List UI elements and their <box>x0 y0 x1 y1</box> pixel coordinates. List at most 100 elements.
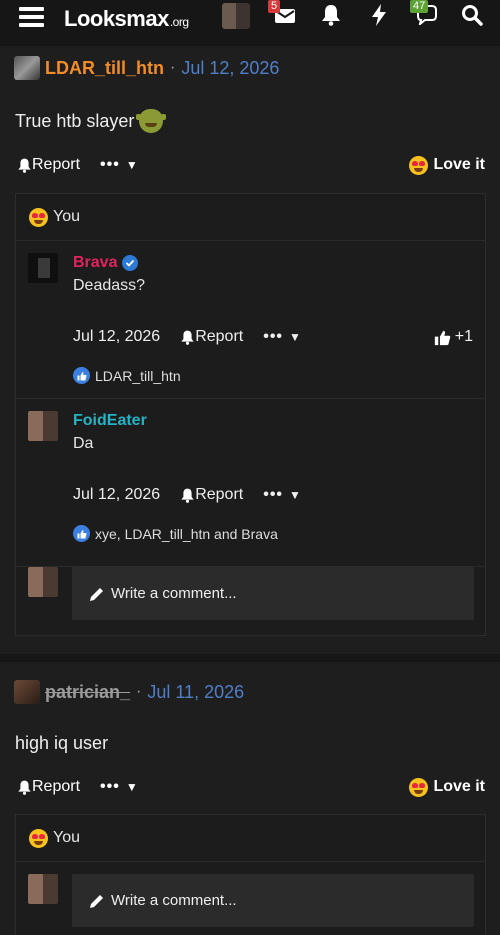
post-actions: Report ••• ▼ Love it <box>17 154 487 176</box>
report-button[interactable]: Report <box>180 328 243 346</box>
post-date[interactable]: Jul 11, 2026 <box>147 682 244 703</box>
report-button[interactable]: Report <box>17 156 80 174</box>
bell-icon[interactable] <box>318 4 344 26</box>
logo-suffix: .org <box>169 15 189 29</box>
post-header: patrician_ · Jul 11, 2026 <box>14 680 244 704</box>
comment-reactions[interactable]: xye, LDAR_till_htn and Brava <box>73 525 278 542</box>
love-it-button[interactable]: Love it <box>409 155 485 175</box>
bell-icon <box>18 780 31 795</box>
post-actions: Report ••• ▼ Love it <box>17 776 487 798</box>
post-author-username[interactable]: patrician_ <box>45 682 130 703</box>
search-icon[interactable] <box>459 4 485 26</box>
post-header: LDAR_till_htn · Jul 12, 2026 <box>14 56 279 80</box>
more-options-button[interactable]: ••• ▼ <box>100 778 138 796</box>
love-it-label: Love it <box>433 778 485 795</box>
bolt-icon[interactable] <box>366 4 392 26</box>
ellipsis-icon: ••• <box>100 156 120 173</box>
heart-eyes-emoji-icon <box>29 207 48 227</box>
current-user-avatar <box>28 567 58 597</box>
comment-date[interactable]: Jul 12, 2026 <box>73 486 160 504</box>
pencil-icon <box>90 587 103 601</box>
reacted-by: You <box>53 829 80 846</box>
heart-eyes-emoji-icon <box>409 155 429 175</box>
comment-author-avatar[interactable] <box>28 253 58 283</box>
comments-section: You Brava Deadass? Jul 12, 2026 Report •… <box>15 193 486 636</box>
write-comment-placeholder: Write a comment... <box>111 585 237 602</box>
bell-icon <box>18 158 31 173</box>
comment-reactions[interactable]: LDAR_till_htn <box>73 367 181 384</box>
comment-author-avatar[interactable] <box>28 411 58 441</box>
bell-icon <box>181 330 194 345</box>
write-comment-input[interactable]: Write a comment... <box>72 567 474 620</box>
caret-down-icon: ▼ <box>125 158 138 172</box>
comment-author[interactable]: Brava <box>73 254 139 272</box>
post-content: high iq user <box>15 733 108 754</box>
post-text: True htb slayer <box>15 110 135 131</box>
write-comment-placeholder: Write a comment... <box>111 892 237 909</box>
report-label: Report <box>195 328 244 345</box>
comment-item: FoidEater Da Jul 12, 2026 Report ••• ▼ x… <box>16 399 485 567</box>
post-author-username[interactable]: LDAR_till_htn <box>45 58 164 79</box>
menu-icon[interactable] <box>19 4 45 28</box>
report-label: Report <box>195 486 244 503</box>
current-user-avatar <box>28 874 58 904</box>
more-options-button[interactable]: ••• ▼ <box>263 328 301 346</box>
like-button[interactable]: +1 <box>434 328 473 346</box>
thumbs-up-icon <box>434 330 451 345</box>
report-label: Report <box>32 156 81 173</box>
shrek-emoji-icon <box>136 109 167 133</box>
comment-date[interactable]: Jul 12, 2026 <box>73 328 160 346</box>
reacted-users: LDAR_till_htn <box>95 367 181 384</box>
site-logo[interactable]: Lᴏᴏksmax.org <box>64 6 189 32</box>
write-comment-input[interactable]: Write a comment... <box>72 874 474 927</box>
ellipsis-icon: ••• <box>263 486 284 503</box>
comment-item: Brava Deadass? Jul 12, 2026 Report ••• ▼… <box>16 241 485 399</box>
report-label: Report <box>32 778 81 795</box>
caret-down-icon: ▼ <box>125 780 138 794</box>
comment-username: Brava <box>73 254 118 271</box>
post-author-avatar[interactable] <box>14 56 40 80</box>
post-content: True htb slayer <box>15 109 167 133</box>
report-button[interactable]: Report <box>180 486 243 504</box>
conversations-badge: 47 <box>410 0 429 13</box>
post-text: high iq user <box>15 733 109 753</box>
separator: · <box>170 59 176 76</box>
verified-badge-icon <box>122 255 139 271</box>
heart-eyes-emoji-icon <box>29 828 48 848</box>
comment-actions: Jul 12, 2026 Report ••• ▼ +1 <box>73 328 473 346</box>
like-count: +1 <box>454 328 473 345</box>
love-it-button[interactable]: Love it <box>409 777 485 797</box>
heart-eyes-emoji-icon <box>409 777 429 797</box>
ellipsis-icon: ••• <box>263 328 284 345</box>
bell-icon <box>181 488 194 503</box>
like-reaction-icon <box>73 367 90 384</box>
comment-actions: Jul 12, 2026 Report ••• ▼ <box>73 486 473 504</box>
reactions-summary[interactable]: You <box>16 194 485 241</box>
love-it-label: Love it <box>433 156 485 173</box>
comment-author[interactable]: FoidEater <box>73 412 147 430</box>
user-avatar[interactable] <box>222 3 250 29</box>
more-options-button[interactable]: ••• ▼ <box>100 156 138 174</box>
reactions-summary[interactable]: You <box>16 815 485 862</box>
reacted-by: You <box>53 208 80 225</box>
comments-section: You Write a comment... <box>15 814 486 935</box>
logo-text: Lᴏᴏksmax <box>64 6 169 31</box>
pencil-icon <box>90 894 103 908</box>
more-options-button[interactable]: ••• ▼ <box>263 486 301 504</box>
ellipsis-icon: ••• <box>100 778 120 795</box>
like-reaction-icon <box>73 525 90 542</box>
inbox-badge: 5 <box>268 0 281 13</box>
post-divider <box>0 654 500 662</box>
reacted-users: xye, LDAR_till_htn and Brava <box>95 525 278 542</box>
write-comment-row: Write a comment... <box>16 874 485 935</box>
write-comment-row: Write a comment... <box>16 567 485 635</box>
caret-down-icon: ▼ <box>289 488 301 502</box>
report-button[interactable]: Report <box>17 778 80 796</box>
comment-text: Deadass? <box>73 277 146 294</box>
post-date[interactable]: Jul 12, 2026 <box>181 58 279 79</box>
comment-username: FoidEater <box>73 412 147 429</box>
top-navigation-bar: Lᴏᴏksmax.org 5 47 <box>0 0 500 46</box>
post-author-avatar[interactable] <box>14 680 40 704</box>
comment-text: Da <box>73 435 94 452</box>
separator: · <box>136 683 142 700</box>
